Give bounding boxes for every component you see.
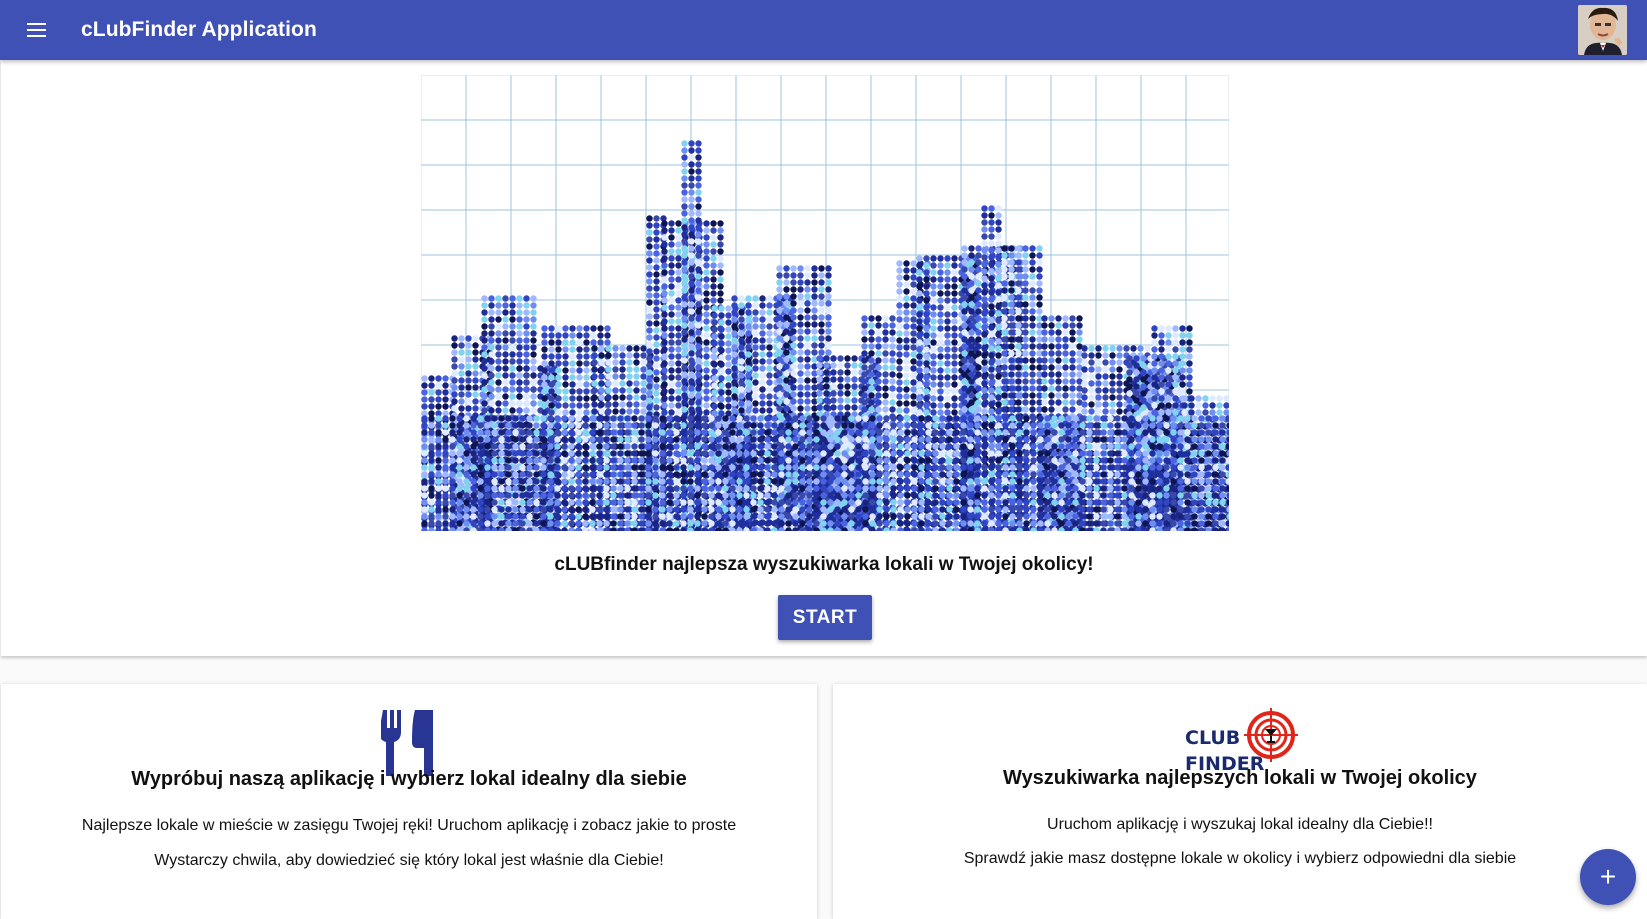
feature-card-finder: CLUB FINDER Wyszukiwarka najlepszych lok… xyxy=(833,684,1647,919)
hero-card: cLUBfinder najlepsza wyszukiwarka lokali… xyxy=(1,60,1647,656)
plus-icon: + xyxy=(1599,861,1617,892)
hero-tagline: cLUBfinder najlepsza wyszukiwarka lokali… xyxy=(554,554,1094,575)
card-text: Wystarczy chwila, aby dowiedzieć się któ… xyxy=(154,852,664,869)
add-fab-button[interactable]: + xyxy=(1580,849,1636,905)
card-text: Sprawdź jakie masz dostępne lokale w oko… xyxy=(963,850,1517,867)
user-avatar[interactable] xyxy=(1578,5,1627,55)
start-button[interactable]: START xyxy=(778,595,872,640)
app-bar: cLubFinder Application xyxy=(0,0,1647,60)
card-text: Najlepsze lokale w mieście w zasięgu Two… xyxy=(81,817,737,834)
club-finder-logo: CLUB FINDER xyxy=(1185,708,1298,775)
card-title: Wypróbuj naszą aplikację i wybierz lokal… xyxy=(131,768,687,790)
feature-card-app: Wypróbuj naszą aplikację i wybierz lokal… xyxy=(1,684,817,919)
card-text: Uruchom aplikację i wyszukaj lokal ideal… xyxy=(1047,816,1433,833)
city-skyline-illustration xyxy=(421,75,1229,531)
card-title: Wyszukiwarka najlepszych lokali w Twojej… xyxy=(1003,767,1477,789)
app-title: cLubFinder Application xyxy=(81,18,317,41)
menu-icon[interactable] xyxy=(22,15,52,45)
